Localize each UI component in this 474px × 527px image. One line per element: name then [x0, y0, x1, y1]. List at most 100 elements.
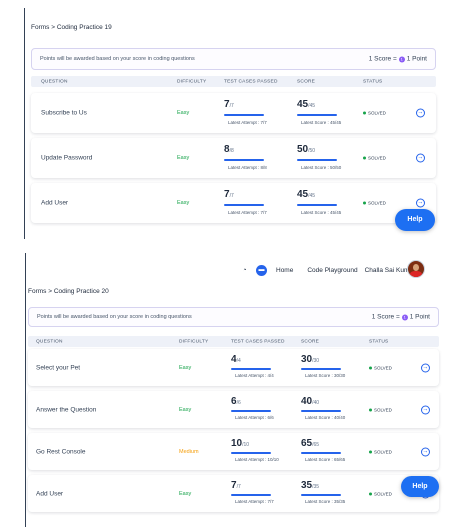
latest-score: Latest Score : 65/65	[305, 457, 346, 462]
test-cases-total: /7	[229, 193, 234, 199]
nav-home[interactable]: Home	[276, 267, 293, 274]
breadcrumb[interactable]: Forms > Coding Practice 20	[28, 288, 109, 295]
score-rule: 1 Score = 1 1 Point	[372, 314, 430, 321]
question-name[interactable]: Select your Pet	[36, 364, 80, 371]
test-cases-total: /10	[242, 442, 250, 448]
top-navbar: ◔ ▬ Home Code Playground Challa Sai Kuma…	[240, 263, 415, 277]
score-rule-left: 1 Score =	[371, 313, 400, 321]
status-text: SOLVED	[374, 407, 392, 412]
test-cases-count: 10	[231, 438, 243, 449]
nav-code-playground[interactable]: Code Playground	[307, 267, 357, 274]
solved-dot-icon	[363, 156, 366, 160]
arrow-right-circle-icon[interactable]: →	[416, 153, 425, 163]
latest-attempt: Latest Attempt : 7/7	[228, 210, 267, 215]
solved-dot-icon	[369, 450, 372, 453]
score-total: /35	[312, 484, 320, 490]
question-name[interactable]: Update Password	[41, 155, 92, 162]
table-row[interactable]: Go Rest Console Medium 10/10 Latest Attempt…	[28, 433, 439, 470]
score-value: 35/35	[301, 480, 319, 491]
score-progress-bar	[301, 410, 341, 412]
score-total: /45	[308, 103, 316, 109]
status-text: SOLVED	[368, 110, 386, 116]
arrow-right-circle-icon[interactable]: →	[421, 363, 430, 372]
latest-attempt: Latest Attempt : 7/7	[228, 120, 267, 125]
difficulty-label: Easy	[179, 490, 192, 497]
table-row[interactable]: Add User Easy 7/7 Latest Attempt : 7/7 35/35…	[28, 475, 439, 512]
score-progress-bar	[301, 452, 341, 454]
stopwatch-icon[interactable]: ◔	[240, 266, 249, 275]
status-badge: SOLVED	[369, 407, 392, 412]
score-total: /30	[312, 358, 320, 364]
latest-score: Latest Score : 40/40	[305, 415, 346, 420]
score-total: /40	[312, 400, 320, 406]
score-total: /45	[308, 193, 316, 199]
latest-score: Latest Score : 50/50	[301, 165, 342, 170]
points-info-banner: Points will be awarded based on your sco…	[31, 48, 436, 70]
table-header: QUESTION DIFFICULTY TEST CASES PASSED SC…	[31, 76, 436, 87]
test-cases-passed: 6/6	[231, 396, 241, 407]
status-badge: SOLVED	[369, 365, 392, 370]
arrow-right-circle-icon[interactable]: →	[421, 405, 430, 414]
test-cases-progress-bar	[231, 452, 271, 454]
table-row[interactable]: Update Password Easy 8/8 Latest Attempt : 8…	[31, 138, 436, 178]
question-name[interactable]: Answer the Question	[36, 406, 96, 413]
solved-dot-icon	[369, 366, 372, 369]
score-total: /65	[312, 442, 320, 448]
score-rule-right: 1 Point	[406, 55, 427, 63]
arrow-right-circle-icon[interactable]: →	[421, 447, 430, 456]
table-header: QUESTION DIFFICULTY TEST CASES PASSED SC…	[28, 336, 439, 347]
test-cases-passed: 4/4	[231, 354, 241, 365]
avatar[interactable]	[407, 260, 425, 278]
chat-icon[interactable]: ▬	[256, 264, 267, 276]
test-cases-total: /7	[229, 103, 234, 109]
test-cases-total: /4	[236, 358, 241, 364]
score-progress-bar	[297, 114, 337, 116]
help-button[interactable]: Help	[401, 476, 439, 497]
arrow-right-circle-icon[interactable]: →	[416, 198, 425, 208]
test-cases-passed: 7/7	[224, 99, 234, 110]
score-progress-bar	[301, 368, 341, 370]
score-count: 65	[301, 438, 313, 449]
arrow-right-circle-icon[interactable]: →	[416, 108, 425, 118]
points-info-text: Points will be awarded based on your sco…	[40, 56, 195, 62]
col-difficulty: DIFFICULTY	[177, 79, 207, 84]
score-count: 35	[301, 480, 313, 491]
test-cases-progress-bar	[224, 114, 264, 116]
help-button[interactable]: Help	[395, 209, 435, 231]
table-row[interactable]: Select your Pet Easy 4/4 Latest Attempt : 4…	[28, 349, 439, 386]
latest-attempt: Latest Attempt : 8/8	[228, 165, 267, 170]
test-cases-total: /6	[236, 400, 241, 406]
col-status: STATUS	[363, 79, 383, 84]
status-badge: SOLVED	[363, 111, 386, 116]
difficulty-label: Easy	[177, 200, 190, 206]
test-cases-progress-bar	[224, 204, 264, 206]
breadcrumb[interactable]: Forms > Coding Practice 19	[31, 24, 112, 31]
question-name[interactable]: Add User	[41, 200, 68, 207]
score-total: /50	[308, 148, 316, 154]
latest-attempt: Latest Attempt : 7/7	[235, 499, 274, 504]
solved-dot-icon	[369, 408, 372, 411]
table-row[interactable]: Answer the Question Easy 6/6 Latest Attempt…	[28, 391, 439, 428]
score-count: 45	[297, 99, 309, 110]
status-badge: SOLVED	[369, 449, 392, 454]
status-text: SOLVED	[374, 449, 392, 454]
test-cases-passed: 8/8	[224, 144, 234, 155]
table-row[interactable]: Subscribe to Us Easy 7/7 Latest Attempt : 7…	[31, 93, 436, 133]
test-cases-progress-bar	[231, 368, 271, 370]
col-question: QUESTION	[41, 79, 68, 84]
test-cases-total: /7	[236, 484, 241, 490]
col-score: SCORE	[297, 79, 316, 84]
col-test-cases: TEST CASES PASSED	[224, 79, 278, 84]
question-name[interactable]: Subscribe to Us	[41, 110, 87, 117]
avatar-shirt	[409, 270, 423, 277]
question-name[interactable]: Go Rest Console	[36, 448, 86, 455]
question-name[interactable]: Add User	[36, 490, 63, 497]
coin-icon: 1	[398, 56, 405, 62]
solved-dot-icon	[369, 492, 372, 495]
coin-icon: 1	[401, 314, 408, 320]
score-value: 50/50	[297, 144, 315, 155]
col-question: QUESTION	[36, 339, 63, 344]
table-row[interactable]: Add User Easy 7/7 Latest Attempt : 7/7 45/45…	[31, 183, 436, 223]
status-badge: SOLVED	[363, 156, 386, 161]
test-cases-total: /8	[229, 148, 234, 154]
